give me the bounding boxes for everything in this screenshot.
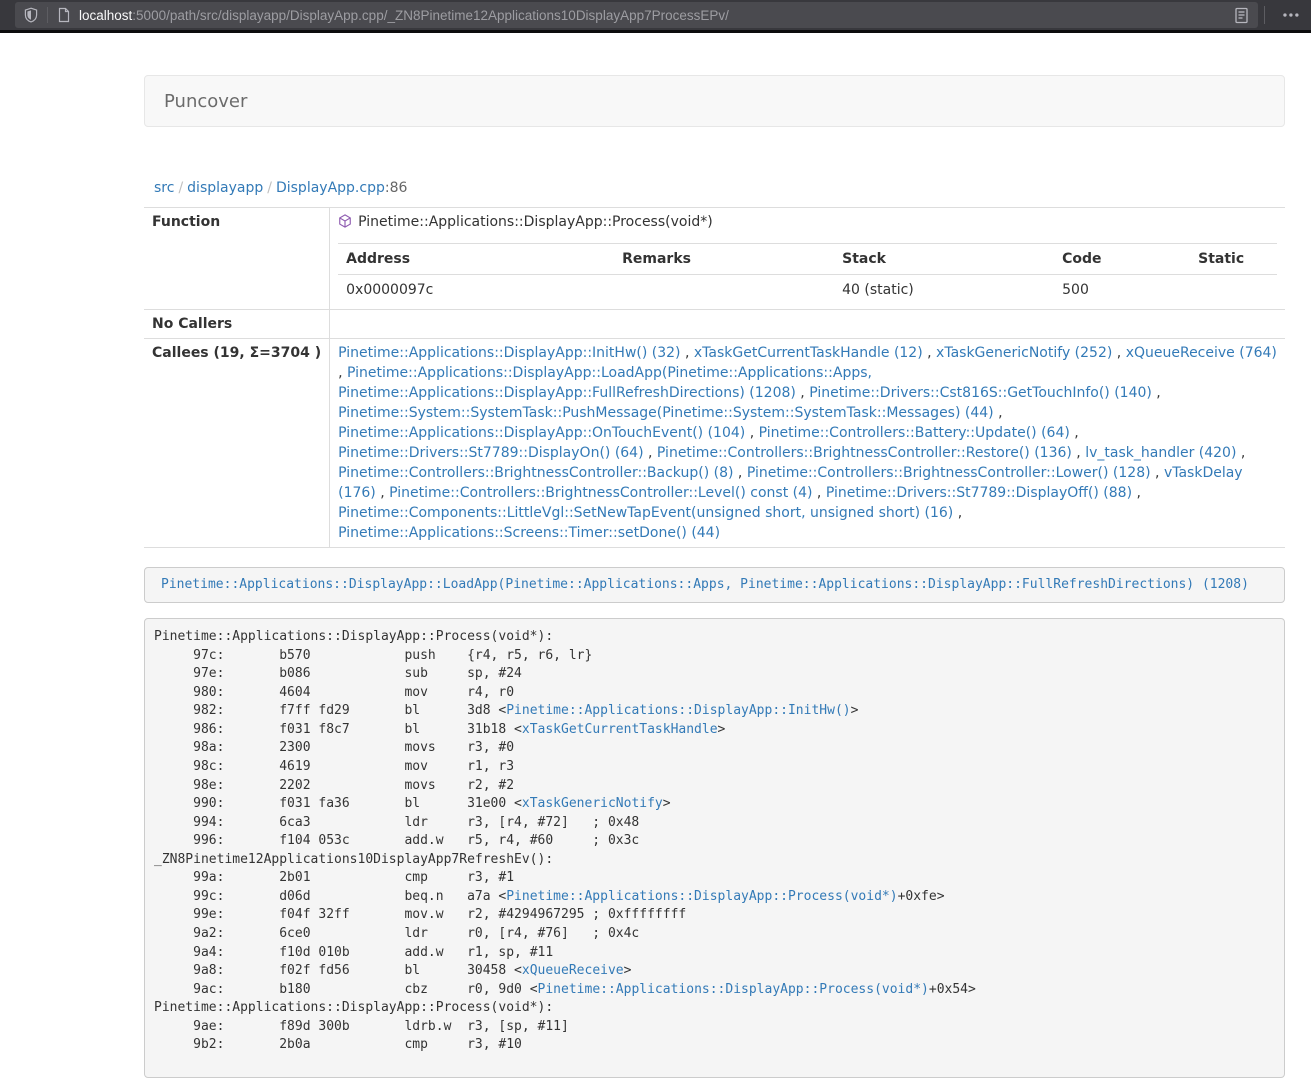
asm-line: 99c: d06d beq.n a7a <Pinetime::Applicati… <box>154 888 1275 907</box>
breadcrumb-link-displayapp[interactable]: displayapp <box>187 180 263 196</box>
no-callers-row: No Callers <box>144 310 1285 339</box>
breadcrumb-line-number: :86 <box>385 180 408 196</box>
asm-line: 994: 6ca3 ldr r3, [r4, #72] ; 0x48 <box>154 814 1275 833</box>
callee-link[interactable]: xQueueReceive (764) <box>1126 345 1277 361</box>
navbar: Puncover <box>144 75 1285 127</box>
asm-line: 982: f7ff fd29 bl 3d8 <Pinetime::Applica… <box>154 702 1275 721</box>
asm-line: _ZN8Pinetime12Applications10DisplayApp7R… <box>154 851 1275 870</box>
breadcrumb-link-file[interactable]: DisplayApp.cpp <box>276 180 385 196</box>
asm-line: 9a2: 6ce0 ldr r0, [r4, #76] ; 0x4c <box>154 925 1275 944</box>
asm-line: 98a: 2300 movs r3, #0 <box>154 739 1275 758</box>
function-row: Function Pinetime::Applications::Display… <box>144 208 1285 240</box>
stats-table: AddressRemarksStackCodeStatic 0x0000097c… <box>338 243 1277 305</box>
stats-row-label <box>144 239 330 310</box>
breadcrumb-separator: / <box>174 180 187 196</box>
cube-icon <box>338 213 352 235</box>
url-host: localhost <box>79 8 132 23</box>
selected-callee-box: Pinetime::Applications::DisplayApp::Load… <box>144 567 1285 603</box>
stats-value: 500 <box>1054 275 1190 306</box>
asm-symbol-link[interactable]: xQueueReceive <box>522 963 624 978</box>
function-name: Pinetime::Applications::DisplayApp::Proc… <box>358 214 713 230</box>
callee-link[interactable]: Pinetime::Drivers::St7789::DisplayOn() (… <box>338 445 643 461</box>
callee-link[interactable]: Pinetime::Applications::DisplayApp::Init… <box>338 345 680 361</box>
stats-value <box>1190 275 1277 306</box>
shield-icon[interactable] <box>23 7 39 23</box>
breadcrumb-separator: / <box>263 180 276 196</box>
callee-link[interactable]: Pinetime::Controllers::BrightnessControl… <box>338 465 733 481</box>
asm-line: 9b2: 2b0a cmp r3, #10 <box>154 1036 1275 1055</box>
asm-line: 9ae: f89d 300b ldrb.w r3, [sp, #11] <box>154 1018 1275 1037</box>
callees-list: Pinetime::Applications::DisplayApp::Init… <box>330 339 1285 548</box>
asm-line: 9a4: f10d 010b add.w r1, sp, #11 <box>154 944 1275 963</box>
menu-icon[interactable] <box>1281 7 1301 23</box>
stats-column-header: Code <box>1054 244 1190 275</box>
asm-line: 9a8: f02f fd56 bl 30458 <xQueueReceive> <box>154 962 1275 981</box>
stats-column-header: Stack <box>834 244 1054 275</box>
asm-line: 97e: b086 sub sp, #24 <box>154 665 1275 684</box>
callee-link[interactable]: Pinetime::Controllers::BrightnessControl… <box>389 485 812 501</box>
callee-link[interactable]: Pinetime::System::SystemTask::PushMessag… <box>338 405 994 421</box>
asm-line: Pinetime::Applications::DisplayApp::Proc… <box>154 628 1275 647</box>
callee-link[interactable]: Pinetime::Drivers::St7789::DisplayOff() … <box>826 485 1132 501</box>
asm-symbol-link[interactable]: Pinetime::Applications::DisplayApp::Proc… <box>538 982 929 997</box>
stats-value: 0x0000097c <box>338 275 614 306</box>
callee-link[interactable]: Pinetime::Applications::Screens::Timer::… <box>338 525 720 541</box>
browser-toolbar: localhost:5000/path/src/displayapp/Displ… <box>0 0 1311 33</box>
page-content: Puncover src/displayapp/DisplayApp.cpp:8… <box>144 75 1285 1078</box>
asm-line: 99e: f04f 32ff mov.w r2, #4294967295 ; 0… <box>154 906 1275 925</box>
callee-link[interactable]: Pinetime::Controllers::Battery::Update()… <box>759 425 1070 441</box>
callee-link[interactable]: Pinetime::Controllers::BrightnessControl… <box>747 465 1151 481</box>
asm-line: 986: f031 f8c7 bl 31b18 <xTaskGetCurrent… <box>154 721 1275 740</box>
asm-line: 98e: 2202 movs r2, #2 <box>154 777 1275 796</box>
function-table: Function Pinetime::Applications::Display… <box>144 207 1285 548</box>
asm-symbol-link[interactable]: Pinetime::Applications::DisplayApp::Proc… <box>506 889 897 904</box>
stats-column-header: Remarks <box>614 244 834 275</box>
stats-cell: AddressRemarksStackCodeStatic 0x0000097c… <box>330 239 1285 310</box>
callee-link[interactable]: Pinetime::Applications::DisplayApp::Load… <box>338 365 872 401</box>
callee-link[interactable]: Pinetime::Drivers::Cst816S::GetTouchInfo… <box>809 385 1152 401</box>
stats-column-header: Address <box>338 244 614 275</box>
urlbar-divider <box>47 7 48 23</box>
callee-link[interactable]: lv_task_handler (420) <box>1085 445 1236 461</box>
asm-line: 98c: 4619 mov r1, r3 <box>154 758 1275 777</box>
asm-line: 9ac: b180 cbz r0, 9d0 <Pinetime::Applica… <box>154 981 1275 1000</box>
callee-link[interactable]: xTaskGenericNotify (252) <box>936 345 1112 361</box>
breadcrumb-link-src[interactable]: src <box>154 180 174 196</box>
selected-callee-link[interactable]: Pinetime::Applications::DisplayApp::Load… <box>161 577 1249 592</box>
url-path: :5000/path/src/displayapp/DisplayApp.cpp… <box>132 8 729 23</box>
stats-value-row: 0x0000097c 40 (static)500 <box>338 275 1277 306</box>
asm-line: 990: f031 fa36 bl 31e00 <xTaskGenericNot… <box>154 795 1275 814</box>
stats-row: AddressRemarksStackCodeStatic 0x0000097c… <box>144 239 1285 310</box>
callee-link[interactable]: xTaskGetCurrentTaskHandle (12) <box>694 345 923 361</box>
asm-symbol-link[interactable]: Pinetime::Applications::DisplayApp::Init… <box>506 703 850 718</box>
stats-value <box>614 275 834 306</box>
stats-value: 40 (static) <box>834 275 1054 306</box>
no-callers-cell <box>330 310 1285 339</box>
callee-link[interactable]: Pinetime::Applications::DisplayApp::OnTo… <box>338 425 745 441</box>
page-icon[interactable] <box>57 7 71 23</box>
url-bar[interactable]: localhost:5000/path/src/displayapp/Displ… <box>15 2 1258 28</box>
asm-line: 996: f104 053c add.w r5, r4, #60 ; 0x3c <box>154 832 1275 851</box>
function-name-cell: Pinetime::Applications::DisplayApp::Proc… <box>330 208 1285 240</box>
callee-link[interactable]: Pinetime::Controllers::BrightnessControl… <box>657 445 1072 461</box>
asm-line: 980: 4604 mov r4, r0 <box>154 684 1275 703</box>
asm-line: 99a: 2b01 cmp r3, #1 <box>154 869 1275 888</box>
toolbar-divider <box>1264 6 1265 24</box>
function-label: Function <box>144 208 330 240</box>
asm-line: 97c: b570 push {r4, r5, r6, lr} <box>154 647 1275 666</box>
callees-label: Callees (19, Σ=3704 ) <box>144 339 330 548</box>
no-callers-label: No Callers <box>144 310 330 339</box>
reader-view-icon[interactable] <box>1234 7 1249 24</box>
callee-link[interactable]: Pinetime::Components::LittleVgl::SetNewT… <box>338 505 953 521</box>
breadcrumb: src/displayapp/DisplayApp.cpp:86 <box>144 178 1285 198</box>
asm-symbol-link[interactable]: xTaskGenericNotify <box>522 796 663 811</box>
disassembly-block: Pinetime::Applications::DisplayApp::Proc… <box>144 618 1285 1078</box>
stats-header-row: AddressRemarksStackCodeStatic <box>338 244 1277 275</box>
asm-symbol-link[interactable]: xTaskGetCurrentTaskHandle <box>522 722 718 737</box>
url-text[interactable]: localhost:5000/path/src/displayapp/Displ… <box>79 8 1228 23</box>
stats-column-header: Static <box>1190 244 1277 275</box>
asm-line: Pinetime::Applications::DisplayApp::Proc… <box>154 999 1275 1018</box>
brand-link[interactable]: Puncover <box>145 91 247 112</box>
callees-row: Callees (19, Σ=3704 ) Pinetime::Applicat… <box>144 339 1285 548</box>
